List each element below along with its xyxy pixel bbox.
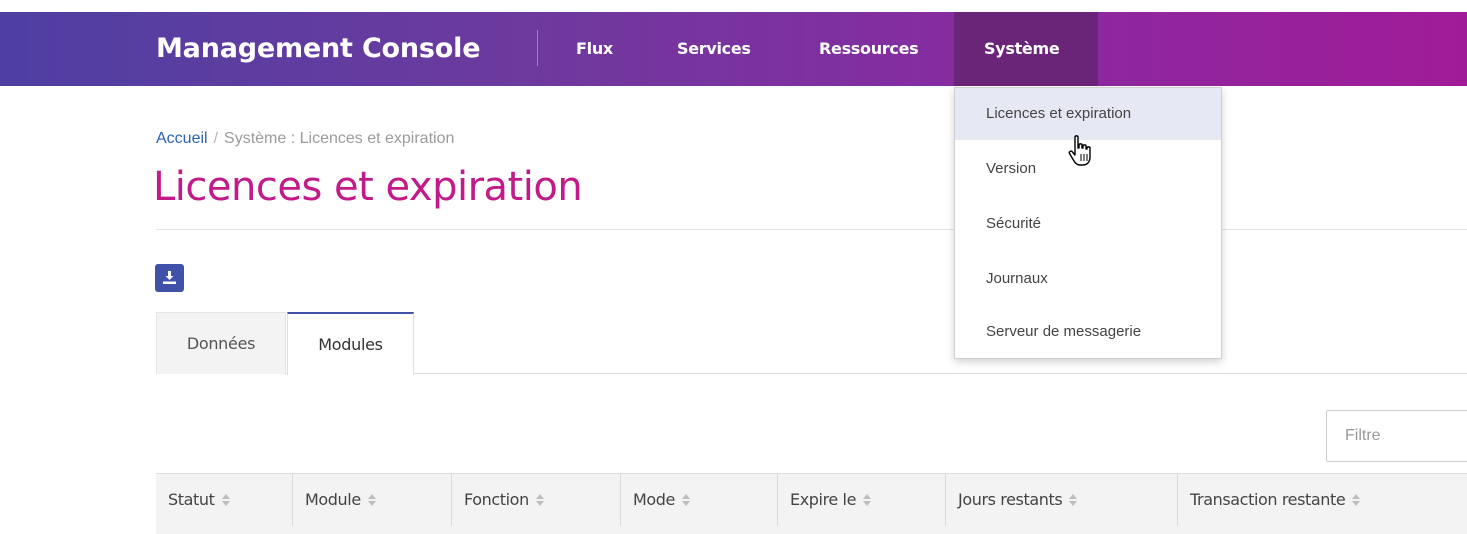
- menu-item-journaux[interactable]: Journaux: [955, 253, 1221, 305]
- tab-donnees[interactable]: Données: [156, 312, 286, 374]
- column-jours-restants[interactable]: Jours restants: [945, 474, 1177, 526]
- sort-icon: [367, 493, 376, 506]
- breadcrumb: Accueil / Système : Licences et expiration: [156, 130, 454, 148]
- tab-modules[interactable]: Modules: [287, 312, 414, 375]
- column-expire-le[interactable]: Expire le: [777, 474, 945, 526]
- column-label: Fonction: [464, 490, 529, 509]
- systeme-dropdown-menu: Licences et expiration Version Sécurité …: [954, 87, 1222, 359]
- title-divider: [156, 229, 1467, 230]
- menu-item-serveur-messagerie[interactable]: Serveur de messagerie: [955, 306, 1221, 358]
- column-fonction[interactable]: Fonction: [451, 474, 620, 526]
- breadcrumb-separator: /: [213, 130, 219, 147]
- column-transaction-restante[interactable]: Transaction restante: [1177, 474, 1467, 526]
- breadcrumb-current: Système : Licences et expiration: [224, 130, 455, 147]
- column-label: Expire le: [790, 490, 857, 509]
- hand-cursor-icon: [1068, 135, 1091, 166]
- sort-icon: [221, 493, 230, 506]
- page-title: Licences et expiration: [153, 164, 583, 210]
- sort-icon: [1069, 493, 1078, 506]
- sort-icon: [863, 493, 872, 506]
- filter-input[interactable]: [1326, 410, 1467, 462]
- sort-icon: [1352, 493, 1361, 506]
- nav-flux[interactable]: Flux: [546, 12, 646, 86]
- download-button[interactable]: [155, 264, 184, 292]
- top-navbar: Management Console Flux Services Ressour…: [0, 12, 1467, 86]
- sort-icon: [682, 493, 690, 506]
- column-label: Transaction restante: [1190, 490, 1346, 509]
- column-mode[interactable]: Mode: [620, 474, 777, 526]
- download-icon: [163, 271, 176, 284]
- sort-icon: [535, 493, 544, 506]
- breadcrumb-home-link[interactable]: Accueil: [156, 130, 208, 147]
- menu-item-licences[interactable]: Licences et expiration: [955, 88, 1221, 140]
- brand-separator: [537, 30, 538, 66]
- nav-systeme[interactable]: Système: [954, 12, 1098, 86]
- column-statut[interactable]: Statut: [156, 474, 292, 526]
- brand-title[interactable]: Management Console: [156, 12, 481, 86]
- column-label: Module: [305, 490, 361, 509]
- column-label: Jours restants: [958, 490, 1063, 509]
- column-module[interactable]: Module: [292, 474, 451, 526]
- nav-ressources[interactable]: Ressources: [789, 12, 951, 86]
- menu-item-securite[interactable]: Sécurité: [955, 198, 1221, 250]
- column-label: Mode: [633, 490, 675, 509]
- column-label: Statut: [168, 490, 215, 509]
- nav-services[interactable]: Services: [647, 12, 787, 86]
